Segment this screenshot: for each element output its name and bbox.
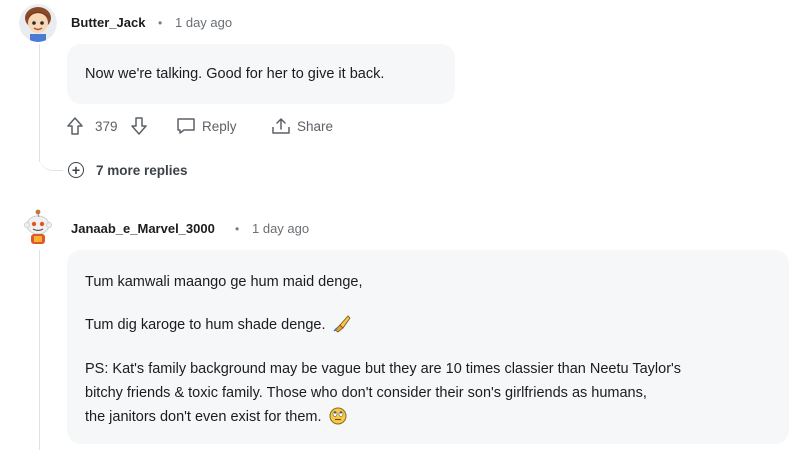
comment-line: Tum dig karoge to hum shade denge.: [85, 313, 352, 337]
vote-count: 379: [95, 119, 118, 134]
comment-line: the janitors don't even exist for them.: [85, 405, 347, 429]
avatar-icon: [19, 4, 57, 42]
arrow-down-icon: [131, 117, 147, 135]
comment-line: PS: Kat's family background may be vague…: [85, 357, 681, 381]
upvote-button[interactable]: [66, 116, 84, 136]
snoo-avatar-icon: [19, 207, 57, 245]
downvote-button[interactable]: [130, 116, 148, 136]
arrow-up-icon: [67, 117, 83, 135]
comment-body: Now we're talking. Good for her to give …: [67, 44, 455, 104]
speech-bubble-icon: [177, 118, 195, 134]
share-label: Share: [297, 118, 334, 134]
comment-text: Tum dig karoge to hum shade denge.: [85, 317, 326, 333]
separator-dot: •: [158, 16, 163, 30]
comment-body: Tum kamwali maango ge hum maid denge, Tu…: [67, 250, 789, 444]
comment-text: Now we're talking. Good for her to give …: [85, 66, 385, 82]
username[interactable]: Butter_Jack: [71, 15, 145, 30]
avatar[interactable]: [19, 207, 57, 245]
paintbrush-emoji: [332, 315, 351, 333]
avatar[interactable]: [19, 4, 57, 42]
thread-line-2: [39, 250, 40, 450]
comment-text: the janitors don't even exist for them.: [85, 409, 322, 425]
more-replies-label: 7 more replies: [96, 162, 188, 178]
comment-line: Tum kamwali maango ge hum maid denge,: [85, 270, 363, 294]
rolling-eyes-emoji: [329, 407, 347, 425]
reply-label: Reply: [202, 118, 237, 134]
separator-dot: •: [235, 222, 240, 236]
timestamp[interactable]: 1 day ago: [252, 221, 309, 236]
more-replies-button[interactable]: + 7 more replies: [68, 162, 188, 178]
thread-line-curve: [39, 140, 63, 171]
plus-circle-icon: +: [68, 162, 84, 178]
timestamp[interactable]: 1 day ago: [175, 15, 232, 30]
reply-button[interactable]: Reply: [176, 117, 237, 135]
share-icon: [272, 118, 290, 134]
comment-line: bitchy friends & toxic family. Those who…: [85, 381, 647, 405]
username[interactable]: Janaab_e_Marvel_3000: [71, 221, 215, 236]
comment-text: bitchy friends & toxic family. Those who…: [85, 385, 647, 401]
comment-text: Tum kamwali maango ge hum maid denge,: [85, 274, 363, 290]
comment-text: PS: Kat's family background may be vague…: [85, 361, 682, 377]
share-button[interactable]: Share: [271, 117, 333, 135]
